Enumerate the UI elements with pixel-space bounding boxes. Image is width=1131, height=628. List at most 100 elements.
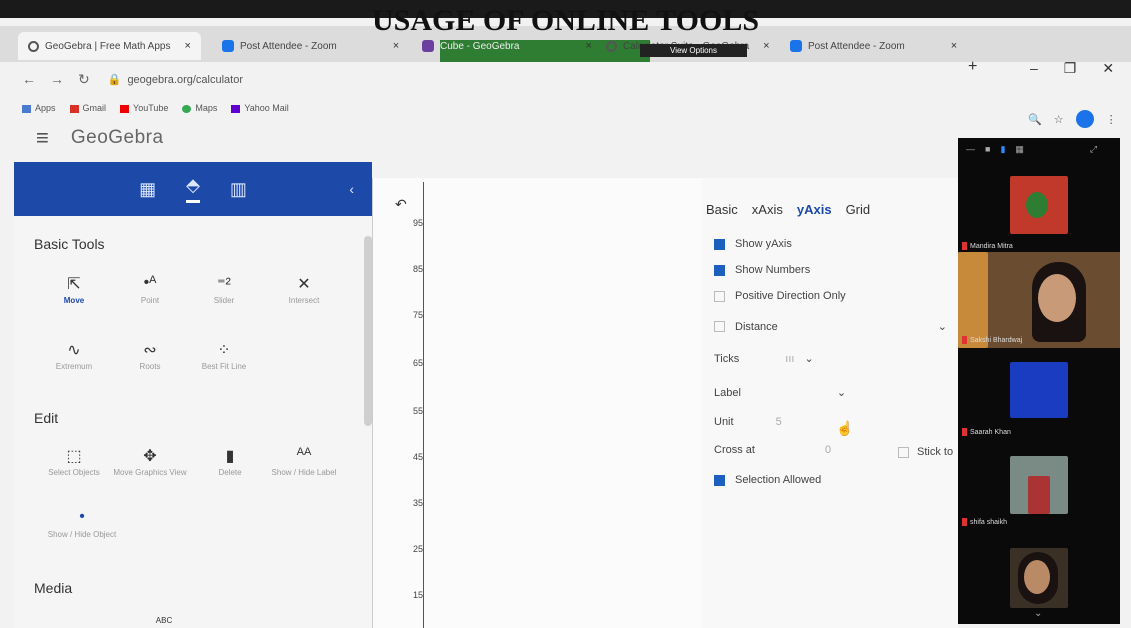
scrollbar[interactable] bbox=[364, 236, 372, 426]
chevron-down-icon[interactable]: ⌄ bbox=[938, 320, 947, 333]
best-fit-icon: ⁘ bbox=[217, 342, 231, 359]
unit-row[interactable]: Unit 5 bbox=[714, 416, 782, 428]
tool-delete[interactable]: ▮ Delete bbox=[190, 446, 270, 477]
speaker-icon[interactable]: ▮ bbox=[1000, 144, 1005, 155]
minimize-icon[interactable]: — bbox=[966, 144, 975, 154]
graphics-view[interactable]: ↶ 95 85 75 65 55 45 35 25 15 bbox=[372, 178, 702, 628]
tab-grid[interactable]: Grid bbox=[846, 202, 871, 217]
tool-move[interactable]: ⇱ Move bbox=[34, 274, 114, 305]
show-yaxis-row[interactable]: Show yAxis bbox=[714, 238, 792, 250]
tool-roots[interactable]: ∾ Roots bbox=[110, 340, 190, 371]
participant-video bbox=[1010, 362, 1068, 418]
participant-tile[interactable]: Saarah Khan bbox=[958, 362, 1120, 440]
unit-field[interactable]: 5 bbox=[776, 416, 782, 428]
participant-tile[interactable]: Mandira Mitra bbox=[958, 176, 1120, 250]
video-content bbox=[1026, 192, 1048, 218]
cross-at-field[interactable]: 0 bbox=[825, 444, 831, 456]
close-icon[interactable]: × bbox=[763, 40, 769, 52]
y-tick-label: 95 bbox=[413, 218, 424, 228]
bookmark-yahoo[interactable]: Yahoo Mail bbox=[231, 103, 289, 113]
close-icon[interactable]: × bbox=[951, 40, 957, 52]
minimize-icon[interactable]: – bbox=[1030, 60, 1038, 77]
text-tool-icon: ABC bbox=[155, 616, 173, 625]
show-numbers-row[interactable]: Show Numbers bbox=[714, 264, 810, 276]
back-icon[interactable]: ← bbox=[22, 71, 36, 87]
ticks-select[interactable]: ııı bbox=[785, 353, 794, 365]
show-numbers-checkbox[interactable] bbox=[714, 264, 725, 276]
reload-icon[interactable]: ↻ bbox=[78, 71, 90, 88]
bookmarks-bar: Apps Gmail YouTube Maps Yahoo Mail bbox=[0, 98, 1131, 118]
undo-icon[interactable]: ↶ bbox=[395, 196, 407, 213]
settings-panel: Basic xAxis yAxis Grid Show yAxis Show N… bbox=[702, 178, 958, 628]
tab-xaxis[interactable]: xAxis bbox=[752, 202, 783, 217]
bookmark-maps[interactable]: Maps bbox=[182, 103, 217, 113]
chevron-down-icon[interactable]: ⌄ bbox=[1034, 608, 1042, 619]
youtube-icon bbox=[120, 104, 130, 113]
participant-face bbox=[1038, 274, 1076, 322]
selection-allowed-row[interactable]: Selection Allowed bbox=[714, 474, 821, 486]
new-tab-button[interactable]: + bbox=[968, 58, 977, 76]
collapse-icon[interactable]: ‹ bbox=[349, 181, 354, 197]
view-options-menu[interactable]: View Options bbox=[640, 44, 747, 57]
stick-to-row[interactable]: Stick to bbox=[898, 446, 953, 458]
close-icon[interactable]: × bbox=[586, 40, 592, 52]
dot-icon: • bbox=[79, 508, 85, 525]
maps-icon bbox=[182, 104, 192, 113]
url-field[interactable]: 🔒 geogebra.org/calculator bbox=[108, 73, 243, 86]
close-window-icon[interactable]: ✕ bbox=[1102, 60, 1114, 77]
selection-allowed-checkbox[interactable] bbox=[714, 474, 725, 486]
positive-direction-checkbox[interactable] bbox=[714, 290, 725, 302]
menu-icon[interactable]: ≡ bbox=[36, 125, 49, 151]
zoom-participant-panel: — ■ ▮ ▦ ⤢ Mandira Mitra Sakshi Bhardwaj … bbox=[958, 138, 1120, 624]
url-text: geogebra.org/calculator bbox=[127, 73, 244, 86]
tool-show-hide-label[interactable]: AA Show / Hide Label bbox=[264, 446, 344, 477]
tool-media-text[interactable]: ABC bbox=[124, 616, 204, 628]
distance-checkbox[interactable] bbox=[714, 321, 725, 332]
bookmark-apps[interactable]: Apps bbox=[22, 103, 56, 113]
geogebra-icon bbox=[606, 40, 617, 52]
cross-at-row[interactable]: Cross at 0 bbox=[714, 444, 831, 456]
forward-icon[interactable]: → bbox=[50, 71, 64, 87]
y-tick-label: 45 bbox=[413, 452, 424, 462]
tool-intersect[interactable]: ✕ Intersect bbox=[264, 274, 344, 305]
more-icon[interactable]: ⋮ bbox=[1106, 113, 1117, 126]
video-icon[interactable]: ■ bbox=[985, 144, 990, 154]
zoom-icon bbox=[790, 40, 802, 52]
zoom-lens-icon[interactable]: 🔍 bbox=[1028, 113, 1042, 126]
tool-show-hide-object[interactable]: • Show / Hide Object bbox=[42, 508, 122, 539]
label-row[interactable]: Label ⌄ bbox=[714, 386, 846, 400]
star-icon[interactable]: ☆ bbox=[1054, 113, 1064, 126]
close-icon[interactable]: × bbox=[393, 40, 399, 52]
avatar[interactable] bbox=[1075, 110, 1094, 128]
tool-point[interactable]: •ᴬ Point bbox=[110, 274, 190, 305]
tool-slider[interactable]: ⁼² Slider bbox=[184, 274, 264, 305]
chevron-down-icon[interactable]: ⌄ bbox=[837, 386, 846, 399]
chevron-down-icon[interactable]: ⌄ bbox=[804, 352, 813, 365]
participant-tile[interactable] bbox=[958, 548, 1120, 612]
address-bar: ← → ↻ 🔒 geogebra.org/calculator bbox=[0, 62, 1131, 96]
restore-icon[interactable]: ❐ bbox=[1064, 60, 1077, 77]
tab-yaxis[interactable]: yAxis bbox=[797, 202, 832, 217]
expand-icon[interactable]: ⤢ bbox=[1090, 144, 1097, 155]
bookmark-youtube[interactable]: YouTube bbox=[120, 103, 168, 113]
participant-tile-active[interactable]: Sakshi Bhardwaj bbox=[958, 252, 1120, 348]
tool-select-objects[interactable]: ⬚ Select Objects bbox=[34, 446, 114, 477]
stick-to-checkbox[interactable] bbox=[898, 446, 909, 458]
bookmark-gmail[interactable]: Gmail bbox=[69, 103, 106, 113]
tab-basic[interactable]: Basic bbox=[706, 202, 738, 217]
show-yaxis-checkbox[interactable] bbox=[714, 238, 725, 250]
tool-best-fit-line[interactable]: ⁘ Best Fit Line bbox=[184, 340, 264, 371]
gallery-icon[interactable]: ▦ bbox=[1015, 144, 1024, 155]
tool-move-graphics-view[interactable]: ✥ Move Graphics View bbox=[110, 446, 190, 477]
positive-direction-row[interactable]: Positive Direction Only bbox=[714, 290, 846, 302]
ticks-row[interactable]: Ticks ııı ⌄ bbox=[714, 352, 814, 366]
tool-extremum[interactable]: ∿ Extremum bbox=[34, 340, 114, 371]
window-controls: – ❐ ✕ bbox=[1030, 60, 1114, 77]
distance-row[interactable]: Distance ⌄ bbox=[714, 320, 947, 333]
calculator-icon[interactable]: ▦ bbox=[139, 179, 156, 200]
participant-tile[interactable]: shifa shaikh bbox=[958, 456, 1120, 528]
table-icon[interactable]: ▥ bbox=[230, 179, 247, 200]
mic-muted-icon bbox=[962, 518, 967, 526]
close-icon[interactable]: × bbox=[184, 40, 190, 52]
tools-icon[interactable]: ⬘ bbox=[186, 175, 200, 203]
